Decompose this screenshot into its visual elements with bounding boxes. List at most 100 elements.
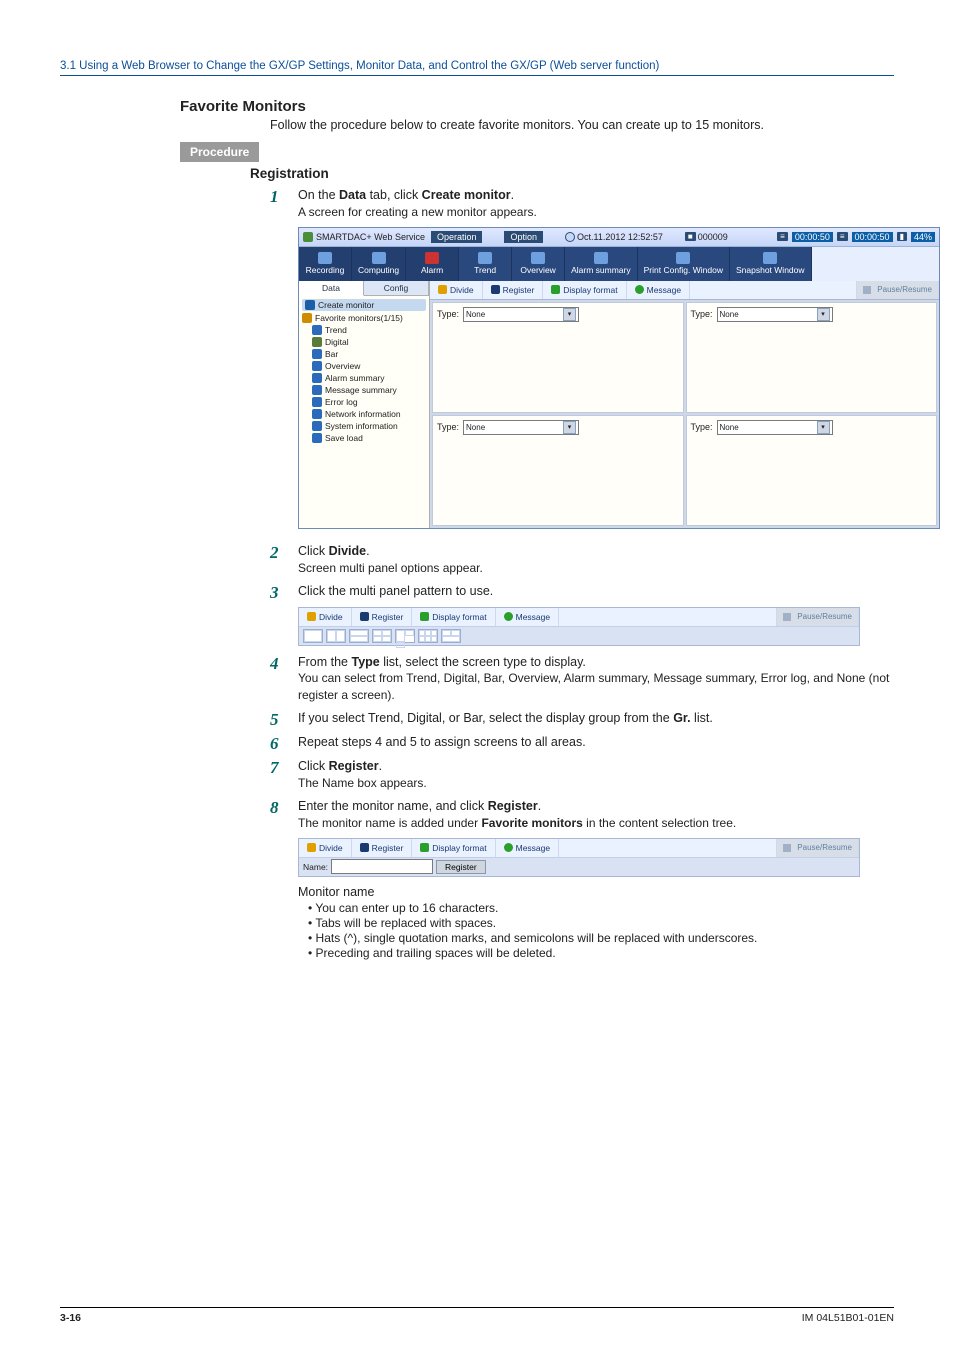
error-icon bbox=[312, 397, 322, 407]
layout-1x1[interactable] bbox=[303, 629, 323, 643]
system-icon bbox=[312, 421, 322, 431]
chevron-down-icon: ▾ bbox=[817, 308, 830, 321]
app-title: SMARTDAC+ Web Service bbox=[316, 232, 425, 242]
tab-message[interactable]: Message bbox=[496, 839, 560, 857]
display-format-icon bbox=[420, 612, 429, 621]
type-select-4[interactable]: None▾ bbox=[717, 420, 833, 435]
tree-create-monitor[interactable]: Create monitor bbox=[302, 299, 426, 311]
tab-register[interactable]: Register bbox=[483, 281, 544, 299]
tree-network[interactable]: Network information bbox=[302, 408, 426, 420]
layout-2x1[interactable] bbox=[326, 629, 346, 643]
side-tab-data[interactable]: Data bbox=[299, 281, 364, 296]
trend-icon bbox=[478, 252, 492, 264]
tree-alarmsummary[interactable]: Alarm summary bbox=[302, 372, 426, 384]
message-icon bbox=[635, 285, 644, 294]
step-2: 2 Click Divide. Screen multi panel optio… bbox=[270, 543, 894, 577]
type-select-2[interactable]: None▾ bbox=[717, 307, 833, 322]
overview-icon bbox=[312, 361, 322, 371]
tab-divide[interactable]: Divide bbox=[299, 839, 352, 857]
bar-icon bbox=[312, 349, 322, 359]
step6-text: Repeat steps 4 and 5 to assign screens t… bbox=[298, 735, 586, 749]
step3-text: Click the multi panel pattern to use. bbox=[298, 584, 493, 598]
tb-recording[interactable]: Recording bbox=[299, 247, 352, 281]
tab-pause-resume[interactable]: Pause/Resume bbox=[776, 608, 859, 626]
rec-icon: ■ bbox=[685, 232, 696, 241]
layout-3x2[interactable] bbox=[418, 629, 438, 643]
recording-icon bbox=[318, 252, 332, 264]
tab-display-format[interactable]: Display format bbox=[412, 608, 495, 626]
tab-message[interactable]: Message bbox=[496, 608, 560, 626]
tb-alarm[interactable]: Alarm bbox=[406, 247, 459, 281]
layout-2x2[interactable] bbox=[372, 629, 392, 643]
print-icon bbox=[676, 252, 690, 264]
msgsum-icon bbox=[312, 385, 322, 395]
tab-pause-resume[interactable]: Pause/Resume bbox=[776, 839, 859, 857]
tb-printconfig[interactable]: Print Config. Window bbox=[638, 247, 730, 281]
tree-favorite-monitors[interactable]: Favorite monitors(1/15) bbox=[302, 312, 426, 324]
step-number: 8 bbox=[270, 798, 298, 816]
step1-note: A screen for creating a new monitor appe… bbox=[298, 205, 537, 219]
monitor-name-heading: Monitor name bbox=[298, 885, 894, 899]
tree-digital[interactable]: Digital bbox=[302, 336, 426, 348]
type-select-1[interactable]: None▾ bbox=[463, 307, 579, 322]
tab-register[interactable]: Register bbox=[352, 839, 413, 857]
step5-text: If you select Trend, Digital, or Bar, se… bbox=[298, 711, 713, 725]
tree-bar[interactable]: Bar bbox=[302, 348, 426, 360]
layout-1x2[interactable] bbox=[349, 629, 369, 643]
tab-display-format[interactable]: Display format bbox=[543, 281, 626, 299]
sidebar: Data Config Create monitor Favorite moni… bbox=[299, 281, 430, 528]
tb-overview[interactable]: Overview bbox=[512, 247, 565, 281]
tab-divide[interactable]: Divide bbox=[430, 281, 483, 299]
step-1: 1 On the Data tab, click Create monitor.… bbox=[270, 187, 894, 221]
step7-text: Click Register. bbox=[298, 759, 382, 773]
alarmsum-icon bbox=[312, 373, 322, 383]
register-button[interactable]: Register bbox=[436, 860, 486, 874]
app-titlebar: SMARTDAC+ Web Service Operation Option O… bbox=[299, 228, 939, 247]
step-4: 4 From the Type list, select the screen … bbox=[270, 654, 894, 705]
menu-option[interactable]: Option bbox=[504, 231, 543, 243]
tree-msgsummary[interactable]: Message summary bbox=[302, 384, 426, 396]
message-icon bbox=[504, 612, 513, 621]
tab-divide[interactable]: Divide bbox=[299, 608, 352, 626]
tree-overview[interactable]: Overview bbox=[302, 360, 426, 372]
tb-snapshot[interactable]: Snapshot Window bbox=[730, 247, 812, 281]
layout-3a[interactable] bbox=[395, 629, 415, 643]
step-number: 6 bbox=[270, 734, 298, 752]
chevron-down-icon: ▾ bbox=[563, 421, 576, 434]
overview-icon bbox=[531, 252, 545, 264]
tb-alarmsummary[interactable]: Alarm summary bbox=[565, 247, 638, 281]
registration-subhead: Registration bbox=[250, 166, 894, 181]
mn-bullet: You can enter up to 16 characters. bbox=[308, 901, 894, 915]
name-input[interactable] bbox=[331, 859, 433, 874]
divide-icon bbox=[307, 843, 316, 852]
tab-display-format[interactable]: Display format bbox=[412, 839, 495, 857]
pause-icon bbox=[783, 613, 791, 621]
network-icon bbox=[312, 409, 322, 419]
panel-cell-1: Type: None▾ bbox=[432, 302, 684, 413]
tree-trend[interactable]: Trend bbox=[302, 324, 426, 336]
computing-icon bbox=[372, 252, 386, 264]
layout-3b[interactable] bbox=[441, 629, 461, 643]
tb-computing[interactable]: Computing bbox=[352, 247, 406, 281]
alarmlist-icon bbox=[594, 252, 608, 264]
star-icon bbox=[302, 313, 312, 323]
type-select-3[interactable]: None▾ bbox=[463, 420, 579, 435]
mn-bullet: Preceding and trailing spaces will be de… bbox=[308, 946, 894, 960]
datetime: Oct.11.2012 12:52:57 bbox=[577, 232, 663, 242]
tree-system[interactable]: System information bbox=[302, 420, 426, 432]
side-tab-config[interactable]: Config bbox=[364, 281, 429, 295]
tree-errorlog[interactable]: Error log bbox=[302, 396, 426, 408]
time2: 00:00:50 bbox=[852, 232, 893, 242]
procedure-label: Procedure bbox=[180, 142, 259, 162]
tb-trend[interactable]: Trend bbox=[459, 247, 512, 281]
tab-register[interactable]: Register bbox=[352, 608, 413, 626]
digital-icon bbox=[312, 337, 322, 347]
step-7: 7 Click Register. The Name box appears. bbox=[270, 758, 894, 792]
tab-message[interactable]: Message bbox=[627, 281, 691, 299]
message-icon bbox=[504, 843, 513, 852]
pause-icon bbox=[783, 844, 791, 852]
menu-operation[interactable]: Operation bbox=[431, 231, 483, 243]
tab-pause-resume[interactable]: Pause/Resume bbox=[856, 281, 939, 299]
tree-saveload[interactable]: Save load bbox=[302, 432, 426, 444]
step-number: 2 bbox=[270, 543, 298, 561]
